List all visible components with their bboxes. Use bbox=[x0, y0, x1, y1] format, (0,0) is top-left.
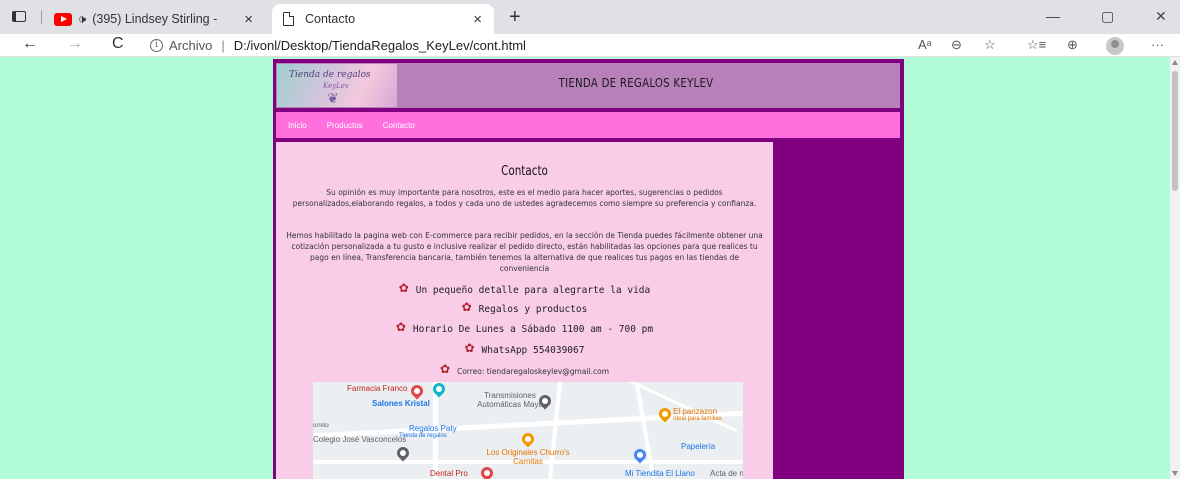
address-scheme-label: Archivo bbox=[169, 37, 213, 53]
favorite-icon[interactable]: ☆ bbox=[984, 37, 996, 53]
tab-contacto[interactable]: Contacto × bbox=[272, 4, 494, 34]
site-title: TIENDA DE REGALOS KEYLEV bbox=[558, 76, 714, 90]
info-line-hours: Horario De Lunes a Sábado 1100 am - 700 … bbox=[276, 320, 773, 335]
address-url[interactable]: D:/ivonl/Desktop/TiendaRegalos_KeyLev/co… bbox=[234, 38, 526, 53]
flower-bullet-icon bbox=[440, 362, 451, 376]
tab-title: Contacto bbox=[305, 12, 356, 26]
info-icon[interactable]: i bbox=[150, 38, 163, 52]
scroll-up-arrow-icon[interactable] bbox=[1172, 60, 1178, 65]
tab-actions-button[interactable] bbox=[8, 8, 30, 26]
logo-line2: KeyLev bbox=[323, 82, 349, 90]
map-label: Mi Tiendita El Llano bbox=[625, 469, 695, 478]
tab-title: (395) Lindsey Stirling - Ange bbox=[92, 12, 220, 26]
info-text: Regalos y productos bbox=[478, 304, 588, 315]
tab-close-icon[interactable]: × bbox=[473, 11, 482, 28]
flower-bullet-icon bbox=[465, 341, 476, 355]
location-map[interactable]: Farmacia Franco Salones Kristal Transmis… bbox=[313, 382, 743, 479]
read-aloud-icon[interactable]: Aᵃ bbox=[918, 37, 932, 52]
zoom-icon[interactable]: ⊖ bbox=[951, 37, 962, 53]
forward-button[interactable]: → bbox=[67, 35, 83, 53]
pharmacy-pin-icon bbox=[408, 382, 426, 400]
collections-icon[interactable]: ⊕ bbox=[1067, 37, 1078, 53]
info-text: Correo: tiendaregaloskeylev@gmail.com bbox=[456, 367, 610, 376]
school-pin-icon bbox=[394, 444, 412, 462]
restaurant-pin-icon bbox=[519, 430, 537, 448]
map-label: Acta de n bbox=[710, 469, 743, 478]
nav-link-productos[interactable]: Productos bbox=[327, 121, 363, 130]
info-text: Un pequeño detalle para alegrarte la vid… bbox=[415, 285, 651, 296]
favorites-icon[interactable]: ☆≡ bbox=[1027, 37, 1046, 53]
address-separator: | bbox=[221, 37, 225, 53]
tab-separator bbox=[41, 10, 42, 24]
map-label: El panzazon bbox=[673, 407, 718, 416]
site-header: Tienda de regalos KeyLev ❦ TIENDA DE REG… bbox=[276, 63, 900, 108]
close-window-button[interactable]: ✕ bbox=[1155, 8, 1167, 25]
contact-section: Contacto Su opinión es muy importante pa… bbox=[276, 142, 773, 479]
info-line-slogan: Un pequeño detalle para alegrarte la vid… bbox=[276, 281, 773, 296]
tab-actions-icon bbox=[12, 11, 26, 22]
browser-toolbar: ← → C i Archivo | D:/ivonl/Desktop/Tiend… bbox=[0, 34, 1180, 57]
tab-close-icon[interactable]: × bbox=[244, 11, 253, 28]
minimize-button[interactable]: — bbox=[1046, 8, 1060, 24]
map-label: Farmacia Franco bbox=[347, 384, 408, 393]
map-label: Ideal para familias bbox=[673, 416, 722, 422]
map-label: Papelería bbox=[681, 442, 716, 451]
dental-pin-icon bbox=[478, 464, 496, 479]
nav-link-inicio[interactable]: Inicio bbox=[288, 121, 307, 130]
reload-button[interactable]: C bbox=[112, 35, 124, 53]
youtube-icon bbox=[54, 12, 72, 26]
back-button[interactable]: ← bbox=[22, 35, 38, 53]
more-options-icon[interactable]: ··· bbox=[1151, 37, 1164, 52]
map-label: Dental Pro bbox=[430, 469, 468, 478]
page-scrollbar[interactable] bbox=[1170, 57, 1180, 479]
info-text: Horario De Lunes a Sábado 1100 am - 700 … bbox=[412, 324, 654, 335]
contact-paragraph-1: Su opinión es muy importante para nosotr… bbox=[292, 188, 757, 208]
profile-avatar[interactable] bbox=[1106, 37, 1124, 55]
restore-button[interactable]: ▢ bbox=[1101, 8, 1114, 25]
speaker-icon[interactable]: 🕩 bbox=[78, 11, 86, 27]
contact-paragraph-2: Hemos habilitado la pagina web con E-com… bbox=[286, 231, 763, 273]
map-label: Regalos Paty bbox=[409, 424, 457, 433]
info-text: WhatsApp 554039067 bbox=[481, 345, 585, 356]
tab-youtube[interactable]: 🕩 (395) Lindsey Stirling - Ange × bbox=[50, 4, 265, 34]
map-label: Colegio José Vasconcelos bbox=[313, 435, 407, 444]
new-tab-button[interactable]: + bbox=[509, 6, 521, 29]
flower-bullet-icon bbox=[399, 281, 410, 295]
info-line-products: Regalos y productos bbox=[276, 300, 773, 315]
tab-strip: 🕩 (395) Lindsey Stirling - Ange × Contac… bbox=[0, 0, 1180, 34]
scrollbar-thumb[interactable] bbox=[1172, 71, 1178, 191]
flower-bullet-icon bbox=[396, 320, 407, 334]
right-sidebar bbox=[773, 142, 900, 479]
address-bar[interactable]: i Archivo | D:/ivonl/Desktop/TiendaRegal… bbox=[150, 35, 526, 55]
scroll-down-arrow-icon[interactable] bbox=[1172, 471, 1178, 476]
map-label: Salones Kristal bbox=[372, 399, 430, 408]
info-line-email: Correo: tiendaregaloskeylev@gmail.com bbox=[276, 362, 773, 376]
flower-bullet-icon bbox=[462, 300, 473, 314]
page-container: Tienda de regalos KeyLev ❦ TIENDA DE REG… bbox=[273, 59, 904, 479]
nav-link-contacto[interactable]: Contacto bbox=[383, 121, 415, 130]
contact-heading: Contacto bbox=[501, 164, 548, 179]
flower-icon: ❦ bbox=[327, 90, 339, 106]
info-line-whatsapp: WhatsApp 554039067 bbox=[276, 341, 773, 356]
map-label: Los Originales Churro's Carnitas bbox=[486, 448, 570, 466]
site-nav: Inicio Productos Contacto bbox=[276, 112, 900, 138]
map-road bbox=[634, 382, 656, 479]
site-logo: Tienda de regalos KeyLev ❦ bbox=[277, 64, 397, 107]
document-icon bbox=[283, 12, 294, 26]
logo-line1: Tienda de regalos bbox=[289, 70, 371, 80]
map-label: orreto bbox=[313, 423, 329, 429]
